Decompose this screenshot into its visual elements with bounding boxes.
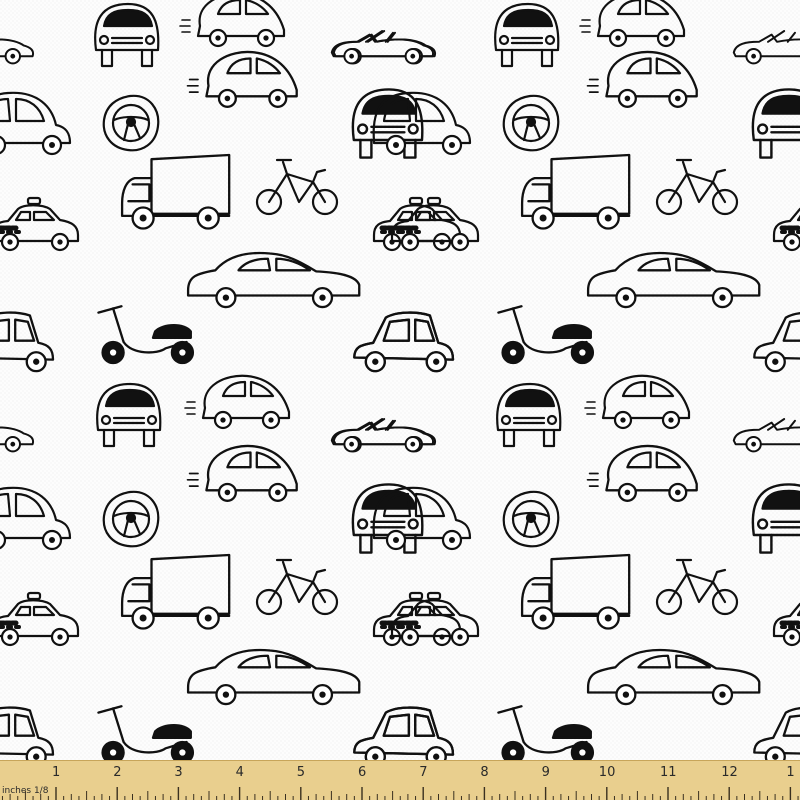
ruler-number: 2 [113, 765, 122, 780]
ruler-number: 9 [541, 765, 550, 780]
ruler-number: 3 [174, 765, 183, 780]
fabric-pattern [0, 0, 800, 760]
ruler-number: 5 [296, 765, 306, 780]
ruler-number: 11 [660, 765, 677, 780]
ruler-number: 4 [235, 765, 244, 780]
ruler-number: 10 [598, 765, 616, 780]
ruler-unit-label: inches 1/8 [2, 786, 49, 796]
product-image: 1 2 3 4 5 6 7 8 9 10 11 12 1 inches 1/8 [0, 0, 800, 800]
ruler-number: 6 [358, 765, 367, 780]
ruler-number: 1 [786, 765, 795, 780]
ruler-number: 8 [480, 765, 489, 780]
ruler-number: 7 [419, 765, 428, 780]
ruler-number: 1 [52, 765, 61, 780]
ruler-number: 12 [721, 765, 738, 780]
measuring-ruler: 1 2 3 4 5 6 7 8 9 10 11 12 1 inches 1/8 [0, 760, 800, 800]
